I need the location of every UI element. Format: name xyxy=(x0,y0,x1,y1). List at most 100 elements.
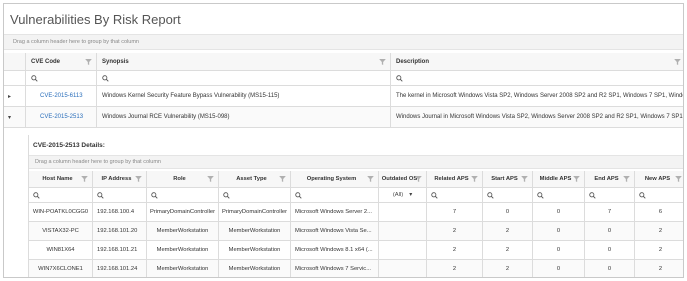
related-aps-cell: 2 xyxy=(427,222,483,240)
search-icon xyxy=(151,192,158,199)
middle-aps-filter-input[interactable] xyxy=(533,188,585,202)
column-label: Description xyxy=(396,58,430,65)
search-icon xyxy=(639,192,646,199)
asset-filter-input[interactable] xyxy=(219,188,291,202)
cve-link[interactable]: CVE-2015-6113 xyxy=(26,86,97,106)
filter-icon[interactable] xyxy=(675,176,682,182)
filter-icon[interactable] xyxy=(207,176,214,182)
column-header-host-name[interactable]: Host Name xyxy=(29,171,93,187)
os-cell: Microsoft Windows Vista Se... xyxy=(291,222,379,240)
table-row[interactable]: ▾ CVE-2015-2513 Windows Journal RCE Vuln… xyxy=(4,107,683,128)
host-name-cell: WIN81X64 xyxy=(29,241,93,259)
column-header-cve-code[interactable]: CVE Code xyxy=(26,53,97,70)
related-aps-cell: 7 xyxy=(427,203,483,221)
column-header-end-aps[interactable]: End APS xyxy=(585,171,635,187)
filter-icon[interactable] xyxy=(471,176,478,182)
column-label: Outdated OS xyxy=(381,176,418,182)
column-header-description[interactable]: Description xyxy=(391,53,684,70)
column-header-role[interactable]: Role xyxy=(147,171,219,187)
new-aps-cell: 6 xyxy=(658,209,663,215)
search-icon xyxy=(295,192,302,199)
related-aps-filter-input[interactable] xyxy=(427,188,483,202)
end-aps-cell: 0 xyxy=(585,260,635,277)
chevron-down-icon: ▾ xyxy=(409,192,413,198)
column-header-ip-address[interactable]: IP Address xyxy=(93,171,147,187)
detail-grid-header: Host Name IP Address Role Asset Type Ope… xyxy=(29,171,683,188)
column-label: Synopsis xyxy=(102,58,129,65)
column-label: Asset Type xyxy=(236,176,267,182)
page-title: Vulnerabilities By Risk Report xyxy=(10,12,181,27)
row-expand-toggle[interactable]: ▸ xyxy=(4,86,26,106)
column-header-new-aps[interactable]: New APS xyxy=(635,171,683,187)
column-label: IP Address xyxy=(101,176,132,182)
filter-icon[interactable] xyxy=(85,59,92,65)
column-header-synopsis[interactable]: Synopsis xyxy=(97,53,391,70)
column-header-related-aps[interactable]: Related APS xyxy=(427,171,483,187)
new-aps-cell: 2 xyxy=(658,228,663,234)
table-row[interactable]: WIN81X64 192.168.101.21 MemberWorkstatio… xyxy=(29,241,683,260)
end-aps-cell: 0 xyxy=(585,222,635,240)
filter-icon[interactable] xyxy=(415,176,422,182)
search-icon xyxy=(537,192,544,199)
os-filter-input[interactable] xyxy=(291,188,379,202)
column-header-asset-type[interactable]: Asset Type xyxy=(219,171,291,187)
filter-icon[interactable] xyxy=(623,176,630,182)
column-label: Middle APS xyxy=(539,176,572,182)
column-header-start-aps[interactable]: Start APS xyxy=(483,171,533,187)
column-label: Role xyxy=(173,176,186,182)
start-aps-cell: 2 xyxy=(483,260,533,277)
detail-filter-row: (All) ▾ xyxy=(29,188,684,203)
cve-filter-input[interactable] xyxy=(26,71,97,85)
column-label: New APS xyxy=(644,176,671,182)
start-aps-cell: 0 xyxy=(483,203,533,221)
filter-icon[interactable] xyxy=(81,176,88,182)
filter-icon[interactable] xyxy=(573,176,580,182)
search-icon xyxy=(589,192,596,199)
table-row[interactable]: WIN-POATKL0CGG0 192.168.100.4 PrimaryDom… xyxy=(29,203,683,222)
column-label: CVE Code xyxy=(31,58,61,65)
filter-icon[interactable] xyxy=(379,59,386,65)
report-window: Vulnerabilities By Risk Report Drag a co… xyxy=(3,3,684,278)
filter-icon[interactable] xyxy=(135,176,142,182)
new-aps-filter-input[interactable] xyxy=(635,188,684,202)
start-aps-cell: 2 xyxy=(483,222,533,240)
start-aps-cell: 2 xyxy=(483,241,533,259)
outdated-os-cell xyxy=(379,222,427,240)
end-aps-filter-input[interactable] xyxy=(585,188,635,202)
synopsis-filter-input[interactable] xyxy=(97,71,391,85)
filter-icon[interactable] xyxy=(367,176,374,182)
filter-icon[interactable] xyxy=(521,176,528,182)
group-by-drop-zone[interactable]: Drag a column header here to group by th… xyxy=(4,34,683,50)
detail-group-by-drop-zone[interactable]: Drag a column header here to group by th… xyxy=(29,155,683,169)
end-aps-cell: 7 xyxy=(585,203,635,221)
search-icon xyxy=(33,192,40,199)
column-header-middle-aps[interactable]: Middle APS xyxy=(533,171,585,187)
column-header-operating-system[interactable]: Operating System xyxy=(291,171,379,187)
filter-icon[interactable] xyxy=(279,176,286,182)
asset-type-cell: MemberWorkstation xyxy=(219,222,291,240)
table-row[interactable]: WIN7X6CLONE1 192.168.101.24 MemberWorkst… xyxy=(29,260,683,277)
column-header-outdated-os[interactable]: Outdated OS xyxy=(379,171,427,187)
search-icon xyxy=(223,192,230,199)
table-row[interactable]: ▸ CVE-2015-6113 Windows Kernel Security … xyxy=(4,86,684,107)
outdated-os-cell xyxy=(379,241,427,259)
table-row[interactable]: VISTAX32-PC 192.168.101.20 MemberWorksta… xyxy=(29,222,683,241)
outdated-os-filter-select[interactable]: (All) ▾ xyxy=(379,188,427,202)
row-collapse-toggle[interactable]: ▾ xyxy=(4,107,26,127)
host-filter-input[interactable] xyxy=(29,188,93,202)
start-aps-filter-input[interactable] xyxy=(483,188,533,202)
middle-aps-cell: 0 xyxy=(533,203,585,221)
ip-filter-input[interactable] xyxy=(93,188,147,202)
search-icon xyxy=(431,192,438,199)
related-aps-cell: 2 xyxy=(427,260,483,277)
new-aps-cell: 2 xyxy=(658,266,663,272)
main-filter-row xyxy=(4,71,684,86)
end-aps-cell: 0 xyxy=(585,241,635,259)
asset-type-cell: MemberWorkstation xyxy=(219,260,291,277)
filter-icon[interactable] xyxy=(674,59,681,65)
column-label: Host Name xyxy=(42,176,73,182)
role-filter-input[interactable] xyxy=(147,188,219,202)
description-filter-input[interactable] xyxy=(391,71,684,85)
description-cell: The kernel in Microsoft Windows Vista SP… xyxy=(396,93,684,99)
cve-link[interactable]: CVE-2015-2513 xyxy=(26,107,97,127)
